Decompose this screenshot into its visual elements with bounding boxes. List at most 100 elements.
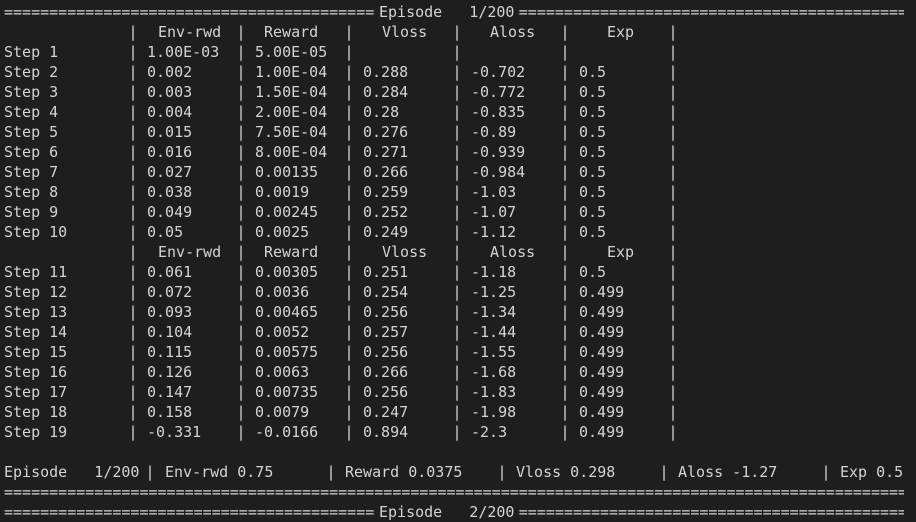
column-header-vloss: Vloss [382, 23, 428, 41]
episode-header-top: ========================================… [4, 2, 904, 22]
cell-reward: 0.0036 [255, 283, 310, 301]
cell-reward: 0.00135 [255, 163, 319, 181]
cell-exp: 0.499 [579, 343, 625, 361]
cell-env: 0.147 [147, 383, 193, 401]
cell-vloss: 0.284 [363, 83, 409, 101]
step-label: Step 4 [4, 103, 59, 121]
cell-exp: 0.499 [579, 403, 625, 421]
cell-vloss: 0.256 [363, 343, 409, 361]
step-label: Step 11 [4, 263, 68, 281]
cell-reward: 1.50E-04 [255, 83, 328, 101]
cell-exp: 0.5 [579, 103, 607, 121]
cell-env: 0.061 [147, 263, 193, 281]
cell-vloss: 0.254 [363, 283, 409, 301]
table-row: Step 8 0.038 0.0019 0.259 -1.03 0.5 | | | | | | [0, 182, 916, 202]
column-separator: | [236, 83, 246, 101]
column-separator: | [344, 143, 354, 161]
column-separator: | [452, 83, 462, 101]
table-row: Step 14 0.104 0.0052 0.257 -1.44 0.499 | | | | | | [0, 322, 916, 342]
summary-separator: | [821, 463, 831, 481]
cell-vloss: 0.249 [363, 223, 409, 241]
column-separator: | [236, 63, 246, 81]
cell-vloss: 0.257 [363, 323, 409, 341]
episode-header-bottom: ========================================… [4, 502, 904, 522]
summary-separator: | [497, 463, 507, 481]
column-separator: | [452, 363, 462, 381]
column-separator: | [560, 343, 570, 361]
column-separator: | [128, 263, 138, 281]
column-separator: | [668, 183, 678, 201]
column-separator: | [668, 223, 678, 241]
column-separator: | [236, 183, 246, 201]
column-separator: | [452, 283, 462, 301]
table-row: Step 5 0.015 7.50E-04 0.276 -0.89 0.5 | | | | | | [0, 122, 916, 142]
cell-env: 0.115 [147, 343, 193, 361]
cell-aloss: -0.984 [471, 163, 526, 181]
column-separator: | [452, 163, 462, 181]
column-separator: | [344, 23, 354, 41]
cell-reward: 0.0079 [255, 403, 310, 421]
column-separator: | [560, 323, 570, 341]
column-separator: | [344, 383, 354, 401]
cell-env: 0.093 [147, 303, 193, 321]
column-separator: | [560, 363, 570, 381]
cell-exp: 0.5 [579, 83, 607, 101]
column-separator: | [560, 123, 570, 141]
column-separator: | [452, 23, 462, 41]
step-label: Step 13 [4, 303, 68, 321]
cell-vloss: 0.28 [363, 103, 400, 121]
column-separator: | [344, 203, 354, 221]
cell-exp: 0.5 [579, 123, 607, 141]
cell-exp: 0.499 [579, 383, 625, 401]
column-separator: | [344, 63, 354, 81]
table-header-2: Env-rwd Reward Vloss Aloss Exp | | | | | | [0, 242, 916, 262]
column-separator: | [452, 43, 462, 61]
column-separator: | [668, 43, 678, 61]
cell-reward: 0.0063 [255, 363, 310, 381]
cell-vloss: 0.894 [363, 423, 409, 441]
cell-exp: 0.499 [579, 283, 625, 301]
column-separator: | [668, 123, 678, 141]
column-separator: | [560, 303, 570, 321]
table-row: Step 2 0.002 1.00E-04 0.288 -0.702 0.5 | | | | | | [0, 62, 916, 82]
column-separator: | [128, 143, 138, 161]
column-separator: | [668, 83, 678, 101]
step-label: Step 1 [4, 43, 59, 61]
column-separator: | [560, 423, 570, 441]
summary-separator: | [326, 463, 336, 481]
column-separator: | [236, 403, 246, 421]
column-header-reward: Reward [264, 243, 319, 261]
table-row: Step 15 0.115 0.00575 0.256 -1.55 0.499 | | | | | | [0, 342, 916, 362]
cell-aloss: -1.12 [471, 223, 517, 241]
column-separator: | [236, 263, 246, 281]
column-separator: | [668, 203, 678, 221]
step-label: Step 18 [4, 403, 68, 421]
column-separator: | [560, 63, 570, 81]
column-header-aloss: Aloss [490, 23, 536, 41]
cell-aloss: -2.3 [471, 423, 508, 441]
cell-aloss: -0.939 [471, 143, 526, 161]
cell-aloss: -1.98 [471, 403, 517, 421]
column-separator: | [560, 183, 570, 201]
table-row: Step 16 0.126 0.0063 0.266 -1.68 0.499 | | | | | | [0, 362, 916, 382]
column-separator: | [236, 323, 246, 341]
cell-exp: 0.499 [579, 363, 625, 381]
column-header-exp: Exp [607, 243, 635, 261]
summary-episode: Episode 1/200 [4, 463, 140, 481]
cell-reward: 0.00735 [255, 383, 319, 401]
step-label: Step 15 [4, 343, 68, 361]
column-separator: | [452, 143, 462, 161]
column-separator: | [452, 323, 462, 341]
step-label: Step 9 [4, 203, 59, 221]
cell-reward: 0.00575 [255, 343, 319, 361]
cell-env: 0.038 [147, 183, 193, 201]
step-label: Step 16 [4, 363, 68, 381]
cell-env: 1.00E-03 [147, 43, 220, 61]
column-separator: | [560, 403, 570, 421]
column-separator: | [452, 243, 462, 261]
column-separator: | [344, 83, 354, 101]
cell-vloss: 0.256 [363, 303, 409, 321]
column-separator: | [128, 203, 138, 221]
table-row: Step 10 0.05 0.0025 0.249 -1.12 0.5 | | | | | | [0, 222, 916, 242]
column-separator: | [128, 303, 138, 321]
